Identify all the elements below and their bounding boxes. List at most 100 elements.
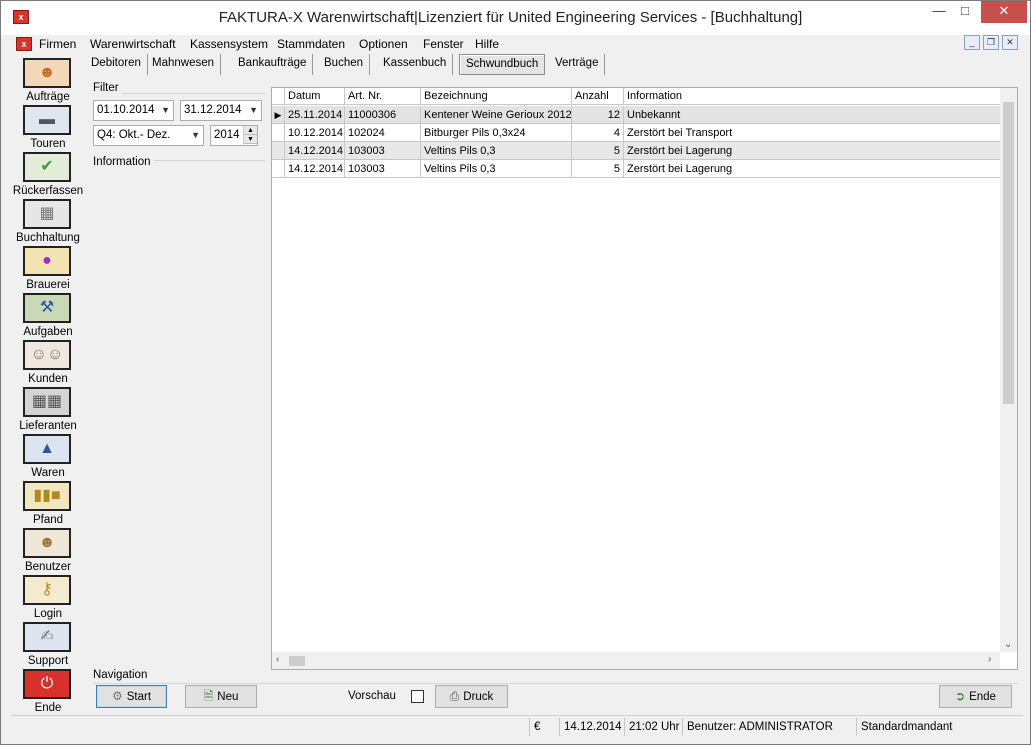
tab-debitoren[interactable]: Debitoren [85, 54, 148, 75]
sidebar-item-benutzer[interactable]: ☻ Benutzer [11, 528, 85, 575]
handshake-icon: ✍ [23, 622, 71, 652]
tab-buchen[interactable]: Buchen [318, 54, 371, 75]
tab-mahnwesen[interactable]: Mahnwesen [146, 54, 222, 75]
status-bar: € 14.12.2014 21:02 Uhr Benutzer: ADMINIS… [11, 715, 1023, 737]
status-time: 21:02 Uhr [624, 718, 682, 736]
sidebar-item-touren[interactable]: ▬ Touren [11, 105, 85, 152]
new-document-icon: 🗎 [203, 689, 214, 703]
menu-stammdaten[interactable]: Stammdaten [277, 37, 345, 51]
tasks-icon: ⚒ [23, 293, 71, 323]
sidebar-item-kunden[interactable]: ☺☺ Kunden [11, 340, 85, 387]
customers-icon: ☺☺ [23, 340, 71, 370]
chevron-down-icon: ▼ [191, 130, 200, 140]
mdi-minimize-button[interactable]: _ [964, 35, 980, 50]
menu-warenwirtschaft[interactable]: Warenwirtschaft [90, 37, 176, 51]
vertical-scrollbar[interactable]: ⌄ [1000, 88, 1017, 652]
status-currency: € [529, 718, 559, 736]
column-datum[interactable]: Datum [285, 88, 345, 105]
sidebar-item-brauerei[interactable]: ● Brauerei [11, 246, 85, 293]
sidebar-item-waren[interactable]: ▲ Waren [11, 434, 85, 481]
menu-hilfe[interactable]: Hilfe [475, 37, 499, 51]
status-date: 14.12.2014 [559, 718, 624, 736]
module-sidebar: ☻ Aufträge ▬ Touren ✔ Rückerfassen ▦ Buc… [11, 54, 85, 714]
brewery-icon: ● [23, 246, 71, 276]
tab-bankauftraege[interactable]: Bankaufträge [232, 54, 314, 75]
money-icon: ▦ [23, 199, 71, 229]
spin-down-icon[interactable]: ▼ [244, 135, 257, 144]
app-window: x FAKTURA-X Warenwirtschaft|Lizenziert f… [0, 0, 1031, 745]
maximize-button[interactable]: □ [952, 1, 978, 23]
spin-up-icon[interactable]: ▲ [244, 126, 257, 135]
tab-schwundbuch[interactable]: Schwundbuch [459, 54, 546, 75]
preview-checkbox[interactable] [411, 690, 424, 703]
chevron-down-icon: ▼ [161, 105, 170, 115]
tab-bar: Debitoren Mahnwesen Bankaufträge Buchen … [85, 54, 1025, 75]
menu-kassensystem[interactable]: Kassensystem [190, 37, 268, 51]
scroll-down-icon[interactable]: ⌄ [1004, 639, 1012, 650]
key-icon: ⚷ [23, 575, 71, 605]
sidebar-item-aufgaben[interactable]: ⚒ Aufgaben [11, 293, 85, 340]
close-button[interactable]: ✕ [981, 1, 1027, 23]
tab-kassenbuch[interactable]: Kassenbuch [377, 54, 454, 75]
row-pointer-icon: ▶ [272, 106, 285, 124]
year-spinner[interactable]: 2014 ▲ ▼ [210, 125, 258, 146]
quarter-select[interactable]: Q4: Okt.- Dez. ▼ [93, 125, 204, 146]
user-icon: ☻ [23, 528, 71, 558]
goods-icon: ▲ [23, 434, 71, 464]
column-artnr[interactable]: Art. Nr. [345, 88, 421, 105]
menu-optionen[interactable]: Optionen [359, 37, 408, 51]
mdi-app-icon[interactable]: x [16, 37, 32, 51]
mdi-restore-button[interactable]: ❐ [983, 35, 999, 50]
scroll-left-icon[interactable]: ‹ [276, 654, 279, 665]
exit-button[interactable]: ➲ Ende [939, 685, 1012, 708]
chevron-down-icon: ▼ [249, 105, 258, 115]
suppliers-icon: ▦▦ [23, 387, 71, 417]
sidebar-item-buchhaltung[interactable]: ▦ Buchhaltung [11, 199, 85, 246]
print-button[interactable]: ⎙ Druck [435, 685, 508, 708]
orders-icon: ☻ [23, 58, 71, 88]
preview-label: Vorschau [348, 690, 396, 702]
status-mandant: Standardmandant [856, 718, 1021, 736]
column-anzahl[interactable]: Anzahl [572, 88, 624, 105]
menu-fenster[interactable]: Fenster [423, 37, 464, 51]
sidebar-item-auftraege[interactable]: ☻ Aufträge [11, 58, 85, 105]
printer-icon: ⎙ [449, 689, 460, 703]
start-button[interactable]: ⚙ Start [96, 685, 167, 708]
column-bezeichnung[interactable]: Bezeichnung [421, 88, 572, 105]
sidebar-item-ende[interactable]: ⏻ Ende [11, 669, 85, 716]
shrinkage-grid[interactable]: Datum Art. Nr. Bezeichnung Anzahl Inform… [271, 87, 1018, 670]
table-row[interactable]: 10.12.2014 102024 Bitburger Pils 0,3x24 … [272, 124, 1002, 142]
truck-icon: ▬ [23, 105, 71, 135]
vertical-scroll-thumb[interactable] [1003, 102, 1014, 404]
table-row[interactable]: 14.12.2014 103003 Veltins Pils 0,3 5 Zer… [272, 142, 1002, 160]
sidebar-item-lieferanten[interactable]: ▦▦ Lieferanten [11, 387, 85, 434]
gear-icon: ⚙ [111, 689, 123, 703]
column-information[interactable]: Information [624, 88, 1001, 105]
minimize-button[interactable]: — [926, 1, 952, 23]
grid-header: Datum Art. Nr. Bezeichnung Anzahl Inform… [272, 88, 1017, 105]
menu-firmen[interactable]: Firmen [39, 37, 76, 51]
horizontal-scroll-thumb[interactable] [289, 656, 305, 666]
sidebar-item-login[interactable]: ⚷ Login [11, 575, 85, 622]
title-bar: x FAKTURA-X Warenwirtschaft|Lizenziert f… [1, 1, 1030, 35]
exit-icon: ➲ [955, 689, 966, 703]
sidebar-item-pfand[interactable]: ▮▮■ Pfand [11, 481, 85, 528]
new-button[interactable]: 🗎 Neu [185, 685, 257, 708]
filter-label: Filter [93, 82, 122, 94]
tab-vertraege[interactable]: Verträge [549, 54, 606, 75]
horizontal-scrollbar[interactable]: ‹ › [272, 652, 1000, 669]
mdi-close-button[interactable]: ✕ [1002, 35, 1018, 50]
date-to-picker[interactable]: 31.12.2014 ▼ [180, 100, 262, 121]
deposit-icon: ▮▮■ [23, 481, 71, 511]
status-user: Benutzer: ADMINISTRATOR [682, 718, 856, 736]
navigation-group-line [93, 683, 1018, 684]
scroll-right-icon[interactable]: › [988, 654, 991, 665]
menu-bar: x Firmen Warenwirtschaft Kassensystem St… [11, 35, 1023, 53]
sidebar-item-rueckerfassen[interactable]: ✔ Rückerfassen [11, 152, 85, 199]
table-row[interactable]: ▶ 25.11.2014 11000306 Kentener Weine Ger… [272, 106, 1002, 124]
sidebar-item-support[interactable]: ✍ Support [11, 622, 85, 669]
table-row[interactable]: 14.12.2014 103003 Veltins Pils 0,3 5 Zer… [272, 160, 1002, 178]
window-title: FAKTURA-X Warenwirtschaft|Lizenziert für… [218, 9, 803, 26]
information-label: Information [93, 156, 154, 168]
date-from-picker[interactable]: 01.10.2014 ▼ [93, 100, 174, 121]
